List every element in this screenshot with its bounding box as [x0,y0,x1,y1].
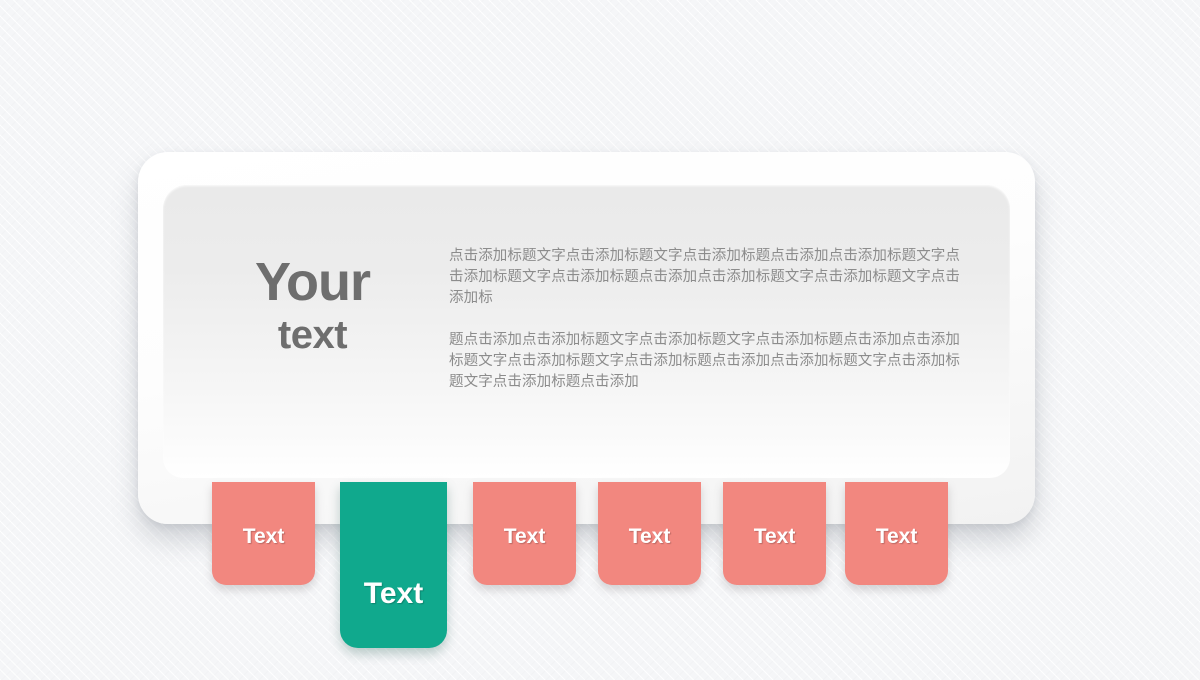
tab-4-label: Text [628,525,671,548]
tab-6[interactable]: Text [845,482,948,585]
page-title: Your text [205,255,420,355]
tab-3-label: Text [503,525,546,548]
tab-5-label: Text [753,525,796,548]
tab-4[interactable]: Text [598,482,701,585]
tab-2-label: Text [363,577,424,610]
body-paragraph-1: 点击添加标题文字点击添加标题文字点击添加标题点击添加点击添加标题文字点击添加标题… [449,248,960,306]
tab-1[interactable]: Text [212,482,315,585]
tab-6-label: Text [875,525,918,548]
body-paragraph-2: 题点击添加点击添加标题文字点击添加标题文字点击添加标题点击添加点击添加标题文字点… [449,332,960,390]
page-title-line-1: Your [255,252,371,312]
tab-2-active[interactable]: Text [340,482,447,648]
tab-3[interactable]: Text [473,482,576,585]
tab-5[interactable]: Text [723,482,826,585]
slide-stage: Your text 点击添加标题文字点击添加标题文字点击添加标题点击添加点击添加… [0,0,1200,680]
tab-1-label: Text [242,525,285,548]
page-title-line-2: text [277,313,348,357]
body-text-column: 点击添加标题文字点击添加标题文字点击添加标题点击添加点击添加标题文字点击添加标题… [449,246,964,393]
